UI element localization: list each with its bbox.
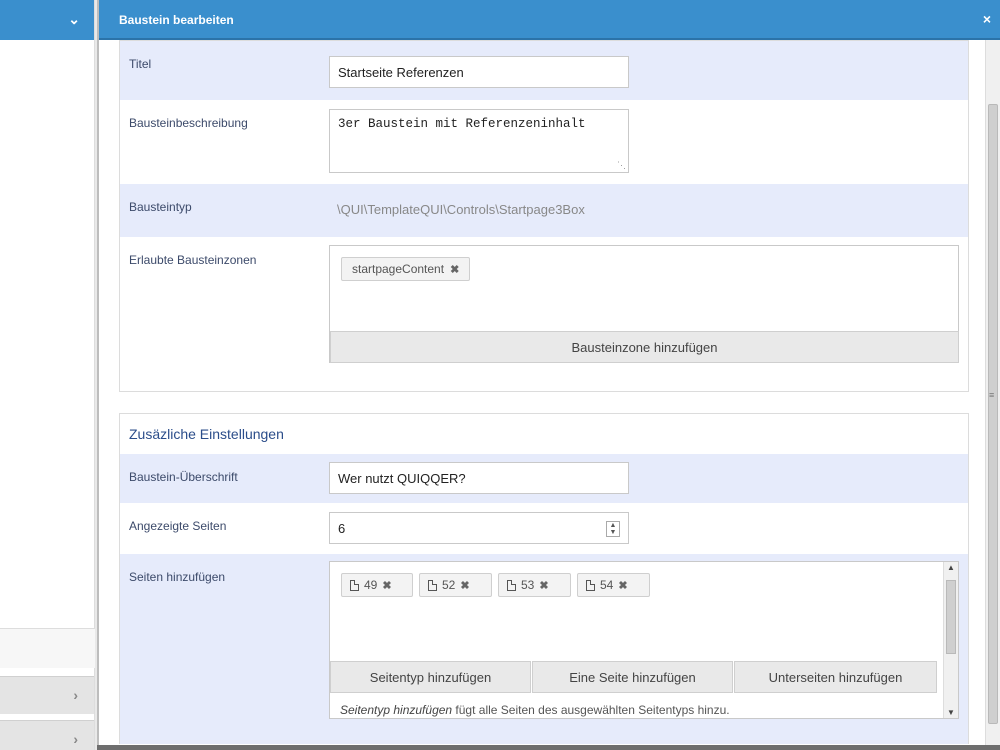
document-icon	[428, 579, 437, 591]
seiten-anzahl-stepper[interactable]: 6 ▲ ▼	[329, 512, 629, 544]
document-icon	[350, 579, 359, 591]
grip-icon: ≡	[989, 390, 995, 400]
row-seiten-anzahl: Angezeigte Seiten 6 ▲ ▼	[120, 503, 968, 554]
beschreibung-text: 3er Baustein mit Referenzeninhalt	[338, 117, 586, 131]
row-zonen: Erlaubte Bausteinzonen startpageContent …	[120, 237, 968, 391]
remove-icon[interactable]: ✖	[450, 263, 459, 276]
row-titel: Titel Startseite Referenzen	[120, 41, 968, 100]
ueberschrift-input[interactable]: Wer nutzt QUIQQER?	[329, 462, 629, 494]
page-tag-label: 54	[600, 578, 614, 592]
seiten-hint: Seitentyp hinzufügen fügt alle Seiten de…	[340, 703, 730, 717]
zonen-tagbox: startpageContent ✖ Bausteinzone hinzufüg…	[329, 245, 959, 363]
chevron-right-icon: ›	[73, 687, 78, 703]
scroll-down-icon[interactable]: ▼	[947, 708, 955, 717]
scroll-up-icon[interactable]: ▲	[947, 563, 955, 572]
zonen-label: Erlaubte Bausteinzonen	[129, 253, 257, 267]
seiten-anzahl-label: Angezeigte Seiten	[129, 519, 227, 533]
beschreibung-textarea[interactable]: 3er Baustein mit Referenzeninhalt ⋱	[329, 109, 629, 173]
remove-icon[interactable]: ✖	[618, 579, 627, 592]
remove-icon[interactable]: ✖	[382, 579, 391, 592]
dialog-content: Titel Startseite Referenzen Bausteinbesc…	[99, 40, 987, 744]
dialog-title: Baustein bearbeiten	[119, 13, 234, 27]
chevron-down-icon[interactable]: ⌄	[68, 11, 80, 28]
titel-input[interactable]: Startseite Referenzen	[329, 56, 629, 88]
add-zone-button[interactable]: Bausteinzone hinzufügen	[330, 331, 959, 363]
dialog-scrollbar[interactable]: ≡	[985, 40, 1000, 746]
row-seiten: Seiten hinzufügen 49 ✖ 52 ✖ 53 ✖ 54 ✖ Se…	[120, 554, 968, 744]
page-tag-label: 53	[521, 578, 535, 592]
block-settings-section: Titel Startseite Referenzen Bausteinbesc…	[119, 40, 969, 392]
add-subpages-button[interactable]: Unterseiten hinzufügen	[734, 661, 937, 693]
bottom-bar	[97, 745, 1000, 750]
dialog-header: Baustein bearbeiten ×	[99, 0, 1000, 40]
left-panel: ⌄ › ›	[0, 0, 95, 750]
titel-label: Titel	[129, 57, 152, 71]
seiten-hint-text: fügt alle Seiten des ausgewählten Seiten…	[452, 703, 730, 717]
row-beschreibung: Bausteinbeschreibung 3er Baustein mit Re…	[120, 100, 968, 184]
spinner-icon[interactable]: ▲ ▼	[606, 521, 620, 537]
typ-label: Bausteintyp	[129, 200, 192, 214]
add-page-button[interactable]: Eine Seite hinzufügen	[532, 661, 733, 693]
scroll-thumb[interactable]	[946, 580, 956, 654]
page-tag: 52 ✖	[419, 573, 492, 597]
close-icon[interactable]: ×	[983, 11, 991, 27]
row-typ: Bausteintyp \QUI\TemplateQUI\Controls\St…	[120, 184, 968, 237]
page-tag: 54 ✖	[577, 573, 650, 597]
page-tag-label: 49	[364, 578, 378, 592]
document-icon	[507, 579, 516, 591]
edit-block-dialog: Baustein bearbeiten × Titel Startseite R…	[97, 0, 1000, 750]
page-tag: 53 ✖	[498, 573, 571, 597]
resize-handle-icon[interactable]: ⋱	[617, 161, 626, 171]
extra-settings-header: Zusäzliche Einstellungen	[120, 414, 968, 454]
page-tag-label: 52	[442, 578, 456, 592]
left-panel-header[interactable]: ⌄	[0, 0, 94, 40]
left-panel-item-1[interactable]: ›	[0, 676, 94, 714]
zone-tag-label: startpageContent	[352, 262, 445, 276]
zone-tag: startpageContent ✖	[341, 257, 471, 281]
page-tag: 49 ✖	[341, 573, 413, 597]
row-ueberschrift: Baustein-Überschrift Wer nutzt QUIQQER?	[120, 454, 968, 503]
seiten-tagbox: 49 ✖ 52 ✖ 53 ✖ 54 ✖ Seitentyp hinzufügen…	[329, 561, 959, 719]
extra-settings-section: Zusäzliche Einstellungen Baustein-Übersc…	[119, 413, 969, 744]
typ-value: \QUI\TemplateQUI\Controls\Startpage3Box	[337, 202, 585, 217]
pagebox-scrollbar[interactable]: ▲ ▼	[943, 562, 958, 718]
chevron-right-icon: ›	[73, 731, 78, 747]
seiten-hint-emphasis: Seitentyp hinzufügen	[340, 703, 453, 717]
document-icon	[586, 579, 595, 591]
dialog-scroll-thumb[interactable]	[988, 104, 998, 724]
left-panel-divider	[0, 628, 95, 668]
add-pagetype-button[interactable]: Seitentyp hinzufügen	[330, 661, 531, 693]
seiten-anzahl-value: 6	[338, 521, 346, 536]
ueberschrift-label: Baustein-Überschrift	[129, 470, 238, 484]
extra-settings-title: Zusäzliche Einstellungen	[129, 426, 284, 442]
seiten-label: Seiten hinzufügen	[129, 570, 226, 584]
remove-icon[interactable]: ✖	[539, 579, 548, 592]
beschreibung-label: Bausteinbeschreibung	[129, 116, 248, 130]
remove-icon[interactable]: ✖	[460, 579, 469, 592]
left-panel-item-2[interactable]: ›	[0, 720, 94, 750]
